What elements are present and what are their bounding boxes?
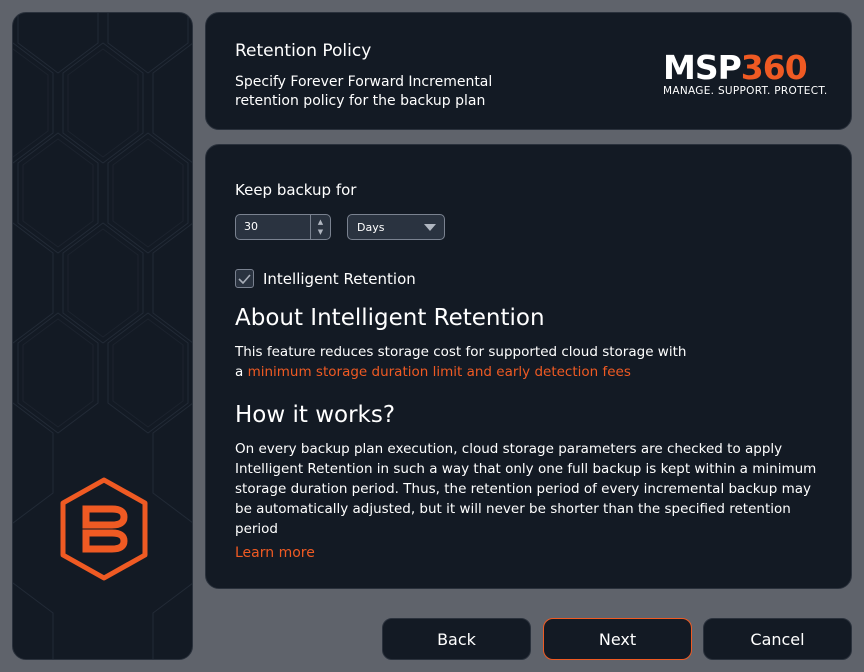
brand-tagline: MANAGE. SUPPORT. PROTECT.: [663, 85, 828, 97]
how-heading: How it works?: [235, 402, 396, 428]
keep-backup-label: Keep backup for: [235, 181, 357, 199]
cancel-button[interactable]: Cancel: [703, 618, 852, 660]
brand-name-part2: 360: [740, 48, 808, 87]
keep-backup-stepper[interactable]: 30 ▲ ▼: [235, 214, 331, 240]
keep-backup-value[interactable]: 30: [244, 220, 258, 233]
stepper-up-icon[interactable]: ▲: [318, 218, 323, 226]
learn-more-link[interactable]: Learn more: [235, 545, 315, 561]
brand-wordmark: MSP 360: [663, 51, 825, 85]
next-button[interactable]: Next: [543, 618, 692, 660]
page-subtitle: Specify Forever Forward Incremental rete…: [235, 74, 493, 109]
storage-duration-link[interactable]: minimum storage duration limit and early…: [248, 364, 631, 380]
chevron-down-icon: [424, 224, 436, 231]
retention-settings-panel: Keep backup for 30 ▲ ▼ Days Intelligent …: [205, 144, 852, 589]
about-heading: About Intelligent Retention: [235, 305, 545, 331]
back-button[interactable]: Back: [382, 618, 531, 660]
brand-name-part1: MSP: [663, 48, 742, 87]
stepper-buttons: ▲ ▼: [310, 215, 330, 239]
stepper-down-icon[interactable]: ▼: [318, 228, 323, 236]
time-unit-value: Days: [357, 221, 385, 234]
intelligent-retention-checkbox[interactable]: [235, 269, 254, 288]
how-text: On every backup plan execution, cloud st…: [235, 441, 817, 537]
page-title: Retention Policy: [235, 41, 372, 61]
intelligent-retention-label[interactable]: Intelligent Retention: [263, 270, 416, 288]
brand-logo: MSP 360 MANAGE. SUPPORT. PROTECT.: [663, 51, 828, 98]
about-text: This feature reduces storage cost for su…: [235, 342, 695, 382]
sidebar-decoration: [12, 12, 193, 660]
time-unit-select[interactable]: Days: [347, 214, 445, 240]
backup-b-logo-icon: [60, 477, 148, 581]
header-panel: Retention Policy Specify Forever Forward…: [205, 12, 852, 130]
checkmark-icon: [238, 273, 251, 284]
